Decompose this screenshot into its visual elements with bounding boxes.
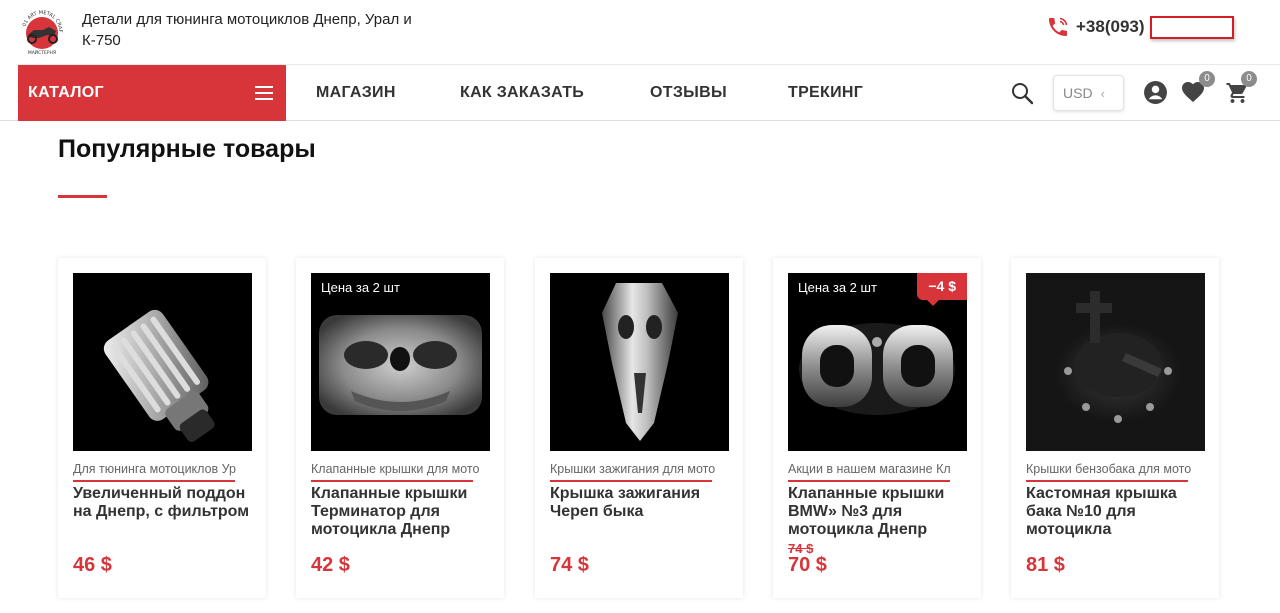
product-category[interactable]: Крышки зажигания для мото	[550, 462, 730, 480]
product-name[interactable]: Кастомная крышка бака №10 для мотоцикла	[1026, 485, 1211, 539]
category-underline	[311, 480, 473, 482]
phone-contact[interactable]: +38(093)	[1046, 15, 1145, 39]
product-price: 42 $	[311, 554, 350, 576]
product-card[interactable]: Для тюнинга мотоциклов Ур Увеличенный по…	[58, 258, 266, 598]
product-name[interactable]: Крышка зажигания Череп быка	[550, 485, 735, 521]
nav-item-shop[interactable]: МАГАЗИН	[316, 65, 396, 121]
nav-item-tracking[interactable]: ТРЕКИНГ	[788, 65, 863, 121]
product-name[interactable]: Увеличенный поддон на Днепр, с фильтром	[73, 485, 258, 521]
chevron-left-icon: ‹	[1100, 85, 1105, 101]
wishlist-count-badge: 0	[1199, 71, 1215, 87]
product-name[interactable]: Клапанные крышки Терминатор для мотоцикл…	[311, 485, 496, 539]
catalog-button[interactable]: КАТАЛОГ	[18, 65, 286, 121]
currency-value: USD	[1063, 85, 1093, 101]
phone-number: +38(093)	[1076, 17, 1145, 36]
user-icon[interactable]	[1143, 80, 1168, 105]
product-image[interactable]	[1026, 273, 1205, 451]
site-logo[interactable]: 01 ART METAL CRAFT МАЙСТЕРНЯ	[19, 9, 65, 55]
nav-item-how-to-order[interactable]: КАК ЗАКАЗАТЬ	[460, 65, 584, 121]
category-underline	[73, 480, 235, 482]
category-underline	[1026, 480, 1188, 482]
main-nav: КАТАЛОГ МАГАЗИН КАК ЗАКАЗАТЬ ОТЗЫВЫ ТРЕК…	[0, 65, 1280, 121]
search-icon[interactable]	[1010, 81, 1034, 105]
product-card[interactable]: Крышки бензобака для мото Кастомная крыш…	[1011, 258, 1219, 598]
product-image-tag: Цена за 2 шт	[321, 280, 400, 295]
product-image-tag: Цена за 2 шт	[798, 280, 877, 295]
product-image[interactable]: Цена за 2 шт −4 $	[788, 273, 967, 451]
svg-text:МАЙСТЕРНЯ: МАЙСТЕРНЯ	[28, 49, 56, 55]
catalog-label: КАТАЛОГ	[28, 84, 104, 101]
top-bar: 01 ART METAL CRAFT МАЙСТЕРНЯ Детали для …	[0, 0, 1280, 64]
menu-icon	[255, 86, 273, 100]
category-underline	[788, 480, 950, 482]
phone-redacted-box	[1150, 16, 1234, 39]
product-image[interactable]: Цена за 2 шт	[311, 273, 490, 451]
product-image[interactable]	[550, 273, 729, 451]
product-category[interactable]: Клапанные крышки для мото	[311, 462, 491, 480]
cart-count-badge: 0	[1241, 71, 1257, 87]
product-card[interactable]: Цена за 2 шт −4 $ Акции в нашем магазине…	[773, 258, 981, 598]
product-price: 74 $	[550, 554, 589, 576]
discount-badge: −4 $	[917, 273, 967, 306]
currency-selector[interactable]: USD ‹	[1053, 75, 1124, 111]
phone-icon	[1049, 17, 1068, 36]
product-price: 81 $	[1026, 554, 1065, 576]
product-name[interactable]: Клапанные крышки BMW» №3 для мотоцикла Д…	[788, 485, 973, 539]
product-category[interactable]: Акции в нашем магазине Кл	[788, 462, 968, 480]
product-card[interactable]: Цена за 2 шт Клапанные крышки для мото К…	[296, 258, 504, 598]
product-card[interactable]: Крышки зажигания для мото Крышка зажиган…	[535, 258, 743, 598]
category-underline	[550, 480, 712, 482]
product-category[interactable]: Для тюнинга мотоциклов Ур	[73, 462, 253, 480]
nav-item-reviews[interactable]: ОТЗЫВЫ	[650, 65, 727, 121]
product-image[interactable]	[73, 273, 252, 451]
product-category[interactable]: Крышки бензобака для мото	[1026, 462, 1206, 480]
title-underline	[58, 195, 107, 198]
product-price: 70 $	[788, 554, 827, 576]
site-tagline: Детали для тюнинга мотоциклов Днепр, Ура…	[82, 11, 412, 49]
section-title: Популярные товары	[58, 135, 316, 163]
product-price: 46 $	[73, 554, 112, 576]
